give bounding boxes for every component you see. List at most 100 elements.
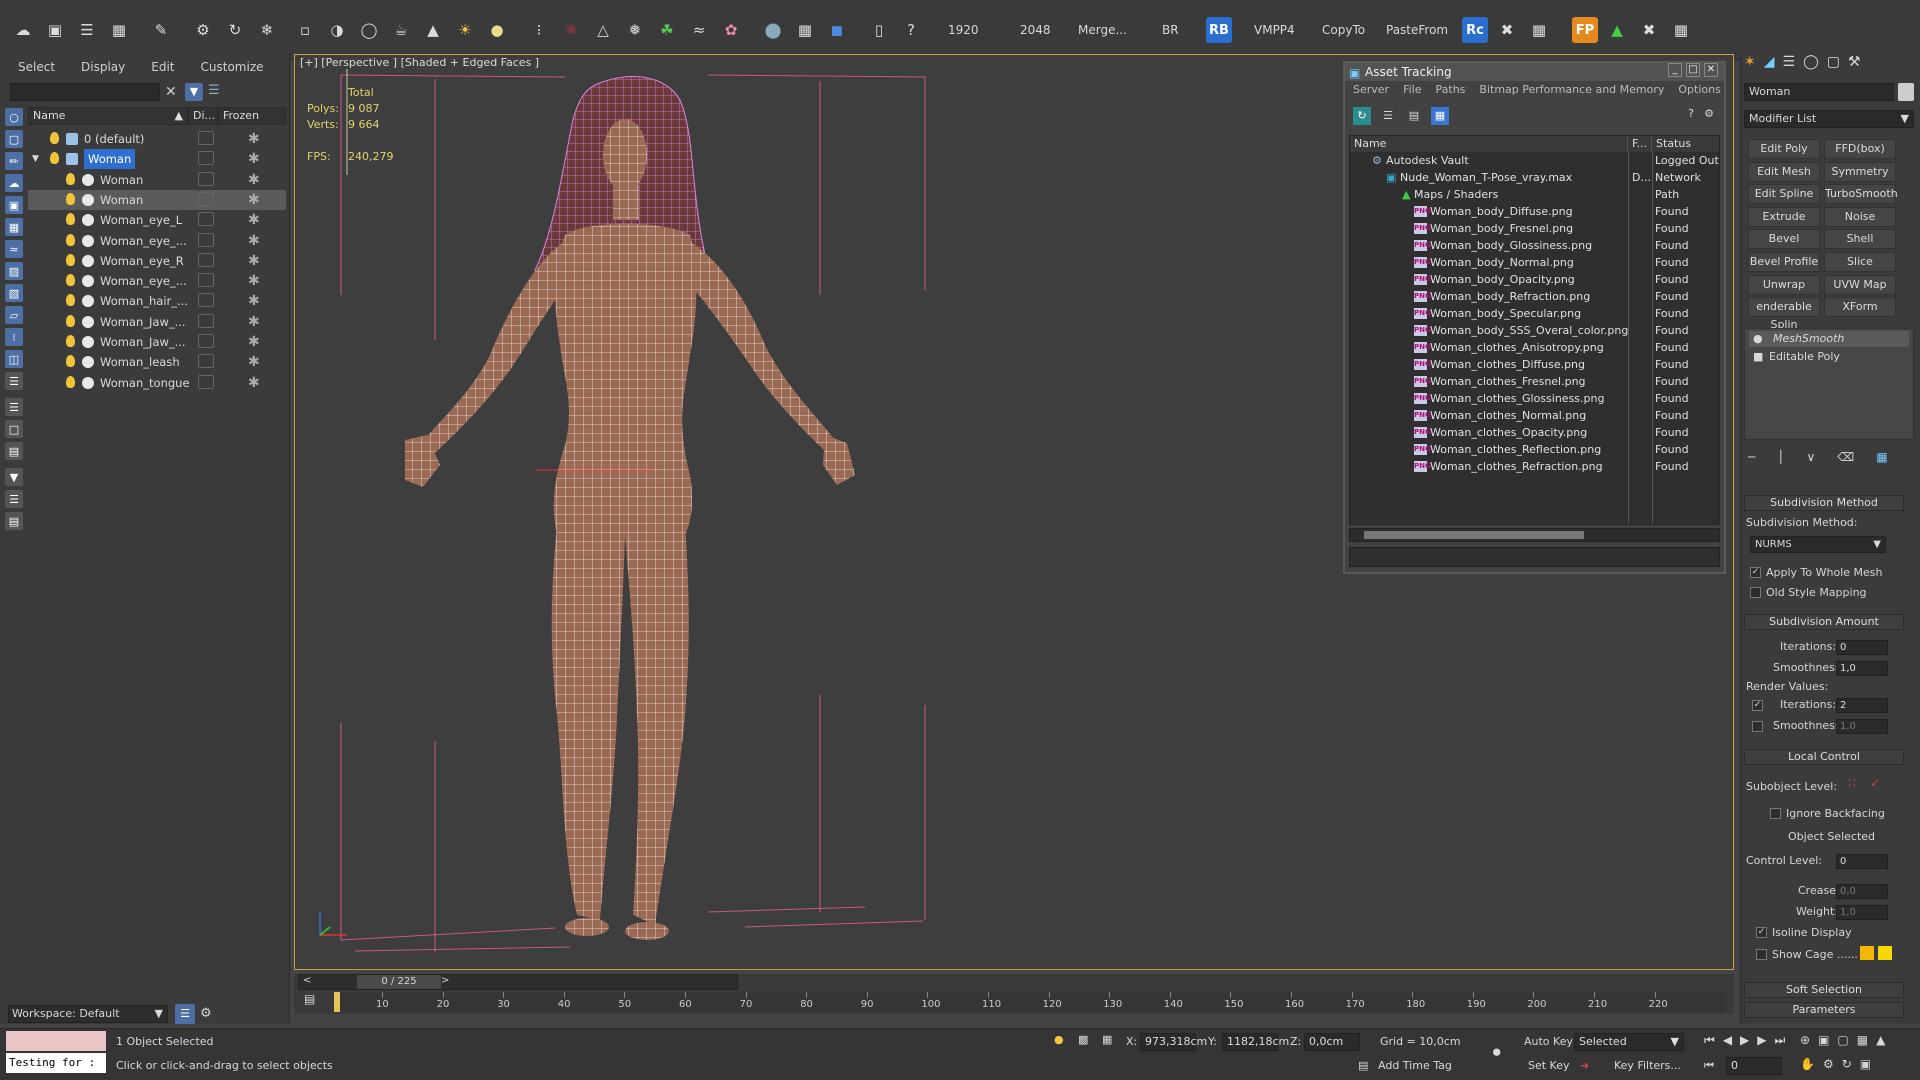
stack-item-meshsmooth[interactable]: ● MeshSmooth [1749, 331, 1909, 347]
weight-spinner[interactable]: 1,0 [1836, 905, 1888, 920]
zoom-all-icon[interactable]: ▣ [1818, 1033, 1829, 1047]
explorer-tree-row[interactable]: Woman_leash ✱ [28, 352, 286, 372]
merge-button[interactable]: Merge... [1078, 23, 1127, 37]
filter-funnel-icon[interactable]: ▼ [5, 468, 23, 486]
display-shapes-icon[interactable]: ✏ [5, 152, 23, 170]
light-sphere-icon[interactable]: ● [484, 17, 510, 43]
table-view-icon[interactable]: ▦ [1431, 107, 1449, 125]
display-toggle-icon[interactable] [198, 131, 214, 145]
column-header-name[interactable]: Name ▲ [28, 107, 188, 125]
modifier-button[interactable]: Extrude [1748, 206, 1820, 227]
display-toggle-icon[interactable] [198, 374, 214, 389]
display-toggle-icon[interactable] [198, 252, 214, 267]
clear-search-icon[interactable]: ✕ [165, 84, 177, 100]
explorer-tree-row[interactable]: Woman_eye_R ✱ [28, 251, 286, 271]
particles-icon[interactable]: ⁝ [526, 17, 552, 43]
asset-col-name[interactable]: Name [1350, 136, 1628, 152]
explorer-menu-display[interactable]: Display [81, 60, 125, 74]
fp-button[interactable]: FP [1572, 17, 1598, 43]
modifier-button[interactable]: XForm [1824, 297, 1896, 318]
render-iterations-checkbox[interactable]: ✓ [1752, 700, 1763, 711]
sort-icon[interactable]: ☰ [5, 372, 23, 390]
asset-row-map[interactable]: PNG Woman_clothes_Normal.png Found [1350, 407, 1719, 424]
maxscript-listener[interactable] [6, 1031, 106, 1051]
time-slider-prev-icon[interactable]: < [303, 975, 311, 986]
explorer-search-input[interactable] [10, 83, 160, 101]
vertex-level-icon[interactable]: ∷ [1848, 776, 1856, 790]
help-icon[interactable]: ? [1688, 107, 1694, 120]
z-coordinate-field[interactable]: 0,0cm [1304, 1033, 1360, 1051]
asset-row-map[interactable]: PNG Woman_clothes_Opacity.png Found [1350, 424, 1719, 441]
dome-icon[interactable]: ◑ [324, 17, 350, 43]
asset-row-vault[interactable]: ⚙ Autodesk Vault Logged Out [1350, 152, 1719, 169]
rollout-subdivision-method[interactable]: Subdivision Method [1744, 495, 1904, 511]
isolate-icon[interactable]: ● [1054, 1033, 1064, 1046]
asset-row-map[interactable]: PNG Woman_clothes_Refraction.png Found [1350, 458, 1719, 475]
freeze-toggle-icon[interactable]: ✱ [248, 332, 260, 352]
expand-icon[interactable]: ■ [1753, 349, 1763, 365]
display-all-icon[interactable]: ○ [5, 108, 23, 126]
bulb-icon[interactable] [66, 253, 75, 266]
hierarchy-tab-icon[interactable]: ☰ [1783, 54, 1796, 70]
freeze-toggle-icon[interactable]: ✱ [248, 291, 260, 311]
modifier-button[interactable]: Bevel Profile [1748, 252, 1820, 272]
modifier-button[interactable]: TurboSmooth [1824, 184, 1898, 205]
freeze-toggle-icon[interactable]: ✱ [248, 352, 260, 372]
curve-icon[interactable]: ↻ [222, 17, 248, 43]
modifier-button[interactable]: Edit Poly [1748, 139, 1820, 159]
bulb-icon[interactable] [66, 335, 75, 347]
bulb-icon[interactable] [66, 192, 75, 205]
explorer-tree-row[interactable]: Woman ✱ [28, 170, 286, 190]
lock-icon[interactable]: ▩ [1078, 1033, 1088, 1046]
pan-icon[interactable]: ✋ [1800, 1057, 1815, 1071]
render-iterations-spinner[interactable]: 2 [1836, 698, 1888, 713]
bulb-icon[interactable] [66, 233, 75, 246]
bulb-icon[interactable] [66, 213, 75, 226]
asset-row-map[interactable]: PNG Woman_body_Fresnel.png Found [1350, 220, 1719, 237]
modifier-button[interactable]: Slice [1824, 252, 1896, 272]
display-toggle-icon[interactable] [198, 313, 214, 328]
asset-row-maxfile[interactable]: ▣ Nude_Woman_T-Pose_vray.max D... Networ… [1350, 169, 1719, 201]
sphere-icon[interactable]: ◯ [356, 17, 382, 43]
explorer-tree-row[interactable]: Woman_Jaw_... ✱ [28, 312, 286, 332]
hierarchy-mode-icon[interactable]: ⚙ [200, 1006, 212, 1021]
lock-list-icon[interactable]: ▤ [5, 512, 23, 530]
asset-menu-options[interactable]: Options [1678, 81, 1720, 99]
detail-view-icon[interactable]: ▤ [1405, 107, 1423, 125]
teapot-icon[interactable]: ☕ [388, 17, 414, 43]
asset-menu-bitmap[interactable]: Bitmap Performance and Memory [1479, 81, 1664, 99]
apply-whole-mesh-checkbox[interactable]: ✓ [1750, 567, 1761, 578]
freeze-toggle-icon[interactable]: ✱ [248, 190, 260, 210]
object-name-field[interactable]: Woman [1744, 83, 1894, 101]
freeze-toggle-icon[interactable]: ✱ [248, 271, 260, 291]
explorer-tree-row[interactable]: Woman_eye_... ✱ [28, 231, 286, 251]
close-icon[interactable]: ✕ [1704, 63, 1718, 77]
modifier-button[interactable]: Edit Mesh [1748, 161, 1820, 182]
pin-stack-icon[interactable]: ─ [1748, 450, 1755, 464]
display-toggle-icon[interactable] [198, 191, 214, 206]
explorer-tree-row[interactable]: Woman_hair_... ✱ [28, 291, 286, 311]
asset-row-map[interactable]: PNG Woman_body_Glossiness.png Found [1350, 237, 1719, 254]
layer-explorer-icon[interactable]: ☰ [175, 1004, 195, 1024]
key-icon[interactable]: ⚫ [1490, 1043, 1503, 1062]
render-frame-icon[interactable]: ▦ [792, 17, 818, 43]
column-header-frozen[interactable]: Frozen [218, 107, 286, 125]
asset-row-map[interactable]: PNG Woman_body_Opacity.png Found [1350, 271, 1719, 288]
old-style-mapping-checkbox[interactable] [1750, 587, 1761, 598]
explorer-tree-row[interactable]: Woman_eye_L ✱ [28, 210, 286, 230]
image-icon[interactable]: ▣ [42, 17, 68, 43]
modifier-button[interactable]: Edit Spline [1748, 184, 1820, 205]
asset-row-map[interactable]: PNG Woman_body_SSS_Overal_color.png Found [1350, 322, 1719, 339]
modifier-button[interactable]: FFD(box) [1824, 139, 1896, 159]
pastefrom-button[interactable]: PasteFrom [1386, 23, 1448, 37]
toolbar-text-1920[interactable]: 1920 [948, 23, 979, 37]
maximize-icon[interactable]: □ [1686, 63, 1700, 77]
fov-icon[interactable]: ▲ [1876, 1033, 1885, 1047]
key-set-dropdown[interactable]: Selected ▼ [1574, 1033, 1684, 1051]
motion-tab-icon[interactable]: ◯ [1803, 54, 1819, 70]
globe-icon[interactable]: ❅ [622, 17, 648, 43]
bulb-icon[interactable] [66, 314, 75, 327]
vault-icon[interactable]: ⚙ [1704, 107, 1714, 120]
list-icon[interactable]: ☰ [74, 17, 100, 43]
orbit-icon[interactable]: ↻ [1842, 1057, 1852, 1071]
